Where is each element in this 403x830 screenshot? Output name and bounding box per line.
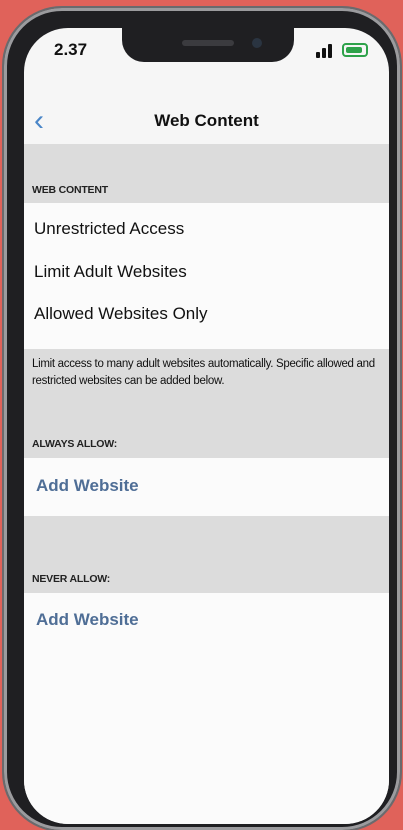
never-allow-list: Add Website (24, 593, 389, 824)
nav-bar: ‹ Web Content (24, 103, 389, 143)
speaker-grille (182, 40, 234, 46)
web-content-section-label: WEB CONTENT (32, 184, 108, 196)
web-content-options: Unrestricted Access Limit Adult Websites… (24, 203, 389, 349)
always-allow-list: Add Website (24, 458, 389, 516)
phone-screen: 2.37 ‹ Web Content WEB CONTENT Unrestric… (24, 28, 389, 824)
never-allow-header: NEVER ALLOW: (24, 516, 389, 593)
battery-icon (342, 43, 368, 57)
option-allowed-websites-only[interactable]: Allowed Websites Only (34, 304, 208, 324)
phone-frame: 2.37 ‹ Web Content WEB CONTENT Unrestric… (4, 8, 400, 830)
front-camera (252, 38, 262, 48)
notch (122, 28, 294, 62)
web-content-description: Limit access to many adult websites auto… (32, 358, 375, 387)
never-allow-add-website-button[interactable]: Add Website (36, 610, 139, 630)
option-unrestricted-access[interactable]: Unrestricted Access (34, 219, 184, 239)
web-content-header: WEB CONTENT (24, 144, 389, 203)
status-time: 2.37 (54, 40, 88, 59)
always-allow-label: ALWAYS ALLOW: (32, 438, 118, 450)
option-limit-adult-websites[interactable]: Limit Adult Websites (34, 262, 187, 282)
web-content-footer: Limit access to many adult websites auto… (24, 349, 389, 458)
always-allow-add-website-button[interactable]: Add Website (36, 476, 139, 496)
never-allow-label: NEVER ALLOW: (32, 573, 111, 585)
signal-icon (316, 42, 338, 58)
page-title: Web Content (154, 111, 259, 130)
